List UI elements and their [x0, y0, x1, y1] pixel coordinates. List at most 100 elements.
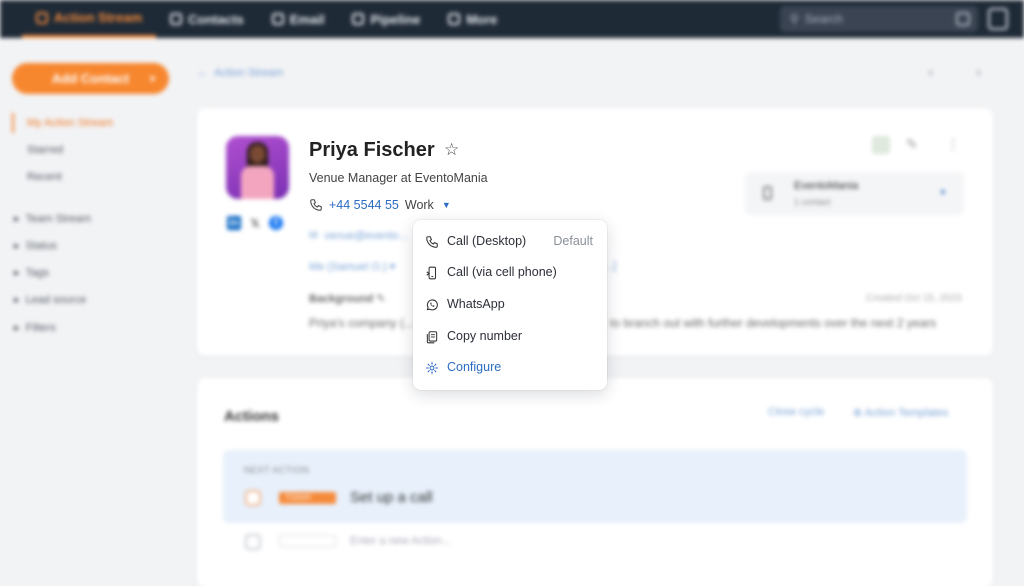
sidebar-group-label: Team Stream [25, 213, 92, 225]
add-contact-label: Add Contact [51, 71, 130, 86]
background-text-left: Priya's company (... [309, 316, 414, 330]
phone-icon [426, 236, 438, 248]
sidebar-group-tags[interactable]: ▸ Tags [14, 266, 49, 279]
menu-item-configure[interactable]: Configure [413, 353, 607, 383]
whatsapp-icon [426, 299, 438, 311]
menu-item-label: Call (via cell phone) [447, 265, 557, 279]
phone-number[interactable]: +44 5544 55 [329, 198, 399, 212]
sidebar-group-lead-source[interactable]: ▸ Lead source [14, 293, 86, 306]
new-due-tag[interactable] [279, 535, 336, 547]
new-task-checkbox[interactable] [245, 534, 261, 550]
more-vertical-icon[interactable]: ⋮ [946, 136, 964, 154]
copy-icon [426, 331, 438, 344]
sidebar-group-label: Tags [25, 267, 49, 279]
add-contact-button[interactable]: Add Contact ▼ [12, 63, 169, 94]
pipeline-icon [352, 13, 365, 25]
chevron-down-icon[interactable]: ▼ [939, 188, 947, 197]
new-action-input[interactable]: Enter a new Action... [350, 535, 451, 547]
phone-actions-menu: Call (Desktop) Default Call (via cell ph… [413, 220, 607, 390]
sidebar-my-action-stream[interactable]: My Action Stream [27, 117, 113, 129]
menu-item-label: Copy number [447, 329, 523, 343]
menu-item-label: Call (Desktop) [447, 234, 527, 248]
stream-icon [36, 11, 48, 24]
spreadsheet-icon[interactable] [872, 136, 890, 154]
background-label-text: Background [309, 293, 374, 305]
next-action-panel [223, 450, 967, 523]
edit-icon[interactable]: ✎ [906, 136, 924, 154]
shortcut-icon [956, 12, 970, 26]
search-icon: ⚲ [790, 12, 799, 26]
default-hint: Default [553, 234, 593, 248]
background-label: Background ✎ [309, 293, 386, 305]
email-icon [271, 13, 284, 25]
owner-text: Me (Samuel O.) [309, 261, 387, 273]
avatar-body [241, 166, 274, 199]
cell-phone-icon [426, 266, 437, 280]
previous-icon[interactable]: ‹ [928, 64, 933, 82]
menu-item-label: WhatsApp [447, 297, 505, 311]
gear-icon [425, 361, 439, 375]
linkedin-icon[interactable]: in [227, 216, 241, 230]
more-icon [448, 13, 461, 25]
active-marker [12, 113, 14, 133]
contact-avatar [226, 136, 289, 199]
contact-role: Venue Manager at EventoMania [309, 171, 488, 185]
top-nav-bar: Action Stream Contacts Email Pipeline Mo… [0, 0, 1024, 38]
action-templates-link[interactable]: ⊕ Action Templates [853, 406, 948, 419]
sidebar-group-filters[interactable]: ▸ Filters [14, 321, 56, 334]
nav-email[interactable]: Email [258, 0, 339, 38]
owner-selector[interactable]: Me (Samuel O.) ▾ [309, 260, 395, 273]
sidebar-starred[interactable]: Starred [27, 144, 63, 156]
chevron-down-icon[interactable]: ▼ [148, 74, 157, 84]
next-icon[interactable]: › [976, 64, 981, 82]
contact-name: Priya Fischer [309, 139, 435, 161]
nav-action-stream[interactable]: Action Stream [22, 0, 157, 38]
nav-more[interactable]: More [434, 0, 511, 38]
menu-item-call-desktop[interactable]: Call (Desktop) Default [413, 227, 607, 257]
phone-type: Work [404, 198, 434, 212]
nav-label: Action Stream [54, 10, 143, 25]
nav-label: More [466, 11, 498, 27]
background-text-right: to branch out with further developments … [610, 316, 937, 330]
next-action-label: NEXT ACTION [244, 465, 310, 475]
nav-pipeline[interactable]: Pipeline [338, 0, 434, 38]
sidebar-group-team-stream[interactable]: ▸ Team Stream [14, 212, 91, 225]
nav-contacts[interactable]: Contacts [156, 0, 258, 38]
company-selector[interactable] [745, 172, 964, 215]
sidebar-group-label: Filters [25, 322, 56, 334]
action-templates-label: Action Templates [864, 407, 949, 419]
menu-item-label: Configure [447, 360, 502, 374]
menu-item-copy-number[interactable]: Copy number [413, 322, 607, 352]
sidebar-group-status[interactable]: ▸ Status [14, 239, 57, 252]
breadcrumb-label: Action Stream [214, 67, 284, 79]
due-tag[interactable]: TODAY [279, 492, 336, 504]
contacts-icon [170, 13, 183, 25]
actions-title: Actions [224, 408, 280, 425]
facebook-icon[interactable]: f [269, 216, 283, 230]
email-text: venue@evento... [324, 230, 408, 242]
company-contact-count: 1 contact [794, 197, 831, 207]
menu-item-call-cell[interactable]: Call (via cell phone) [413, 258, 607, 288]
menu-item-whatsapp[interactable]: WhatsApp [413, 290, 607, 320]
avatar-head [250, 145, 265, 163]
task-checkbox[interactable] [245, 490, 261, 506]
nav-label: Contacts [188, 11, 244, 27]
x-icon[interactable]: 𝕏 [248, 216, 262, 230]
building-icon [763, 186, 772, 200]
phone-row[interactable]: +44 5544 55 Work ▼ [309, 198, 451, 212]
breadcrumb[interactable]: ← Action Stream [197, 67, 283, 79]
sidebar-recent[interactable]: Recent [27, 171, 62, 183]
search-input[interactable]: ⚲ Search [780, 6, 978, 32]
phone-icon [310, 199, 322, 211]
nav-label: Pipeline [370, 11, 421, 27]
task-title[interactable]: Set up a call [350, 489, 433, 506]
star-icon[interactable]: ☆ [444, 140, 459, 160]
nav-label: Email [289, 11, 325, 27]
chevron-down-icon[interactable]: ▼ [442, 200, 451, 210]
email-link[interactable]: ✉ venue@evento... [309, 229, 408, 242]
close-cycle-link[interactable]: Close cycle [768, 406, 824, 418]
sidebar-group-label: Lead source [25, 294, 87, 306]
sidebar-group-label: Status [25, 240, 57, 252]
created-date: Created Oct 15, 2023 [866, 293, 962, 304]
app-switcher-button[interactable] [988, 8, 1008, 30]
